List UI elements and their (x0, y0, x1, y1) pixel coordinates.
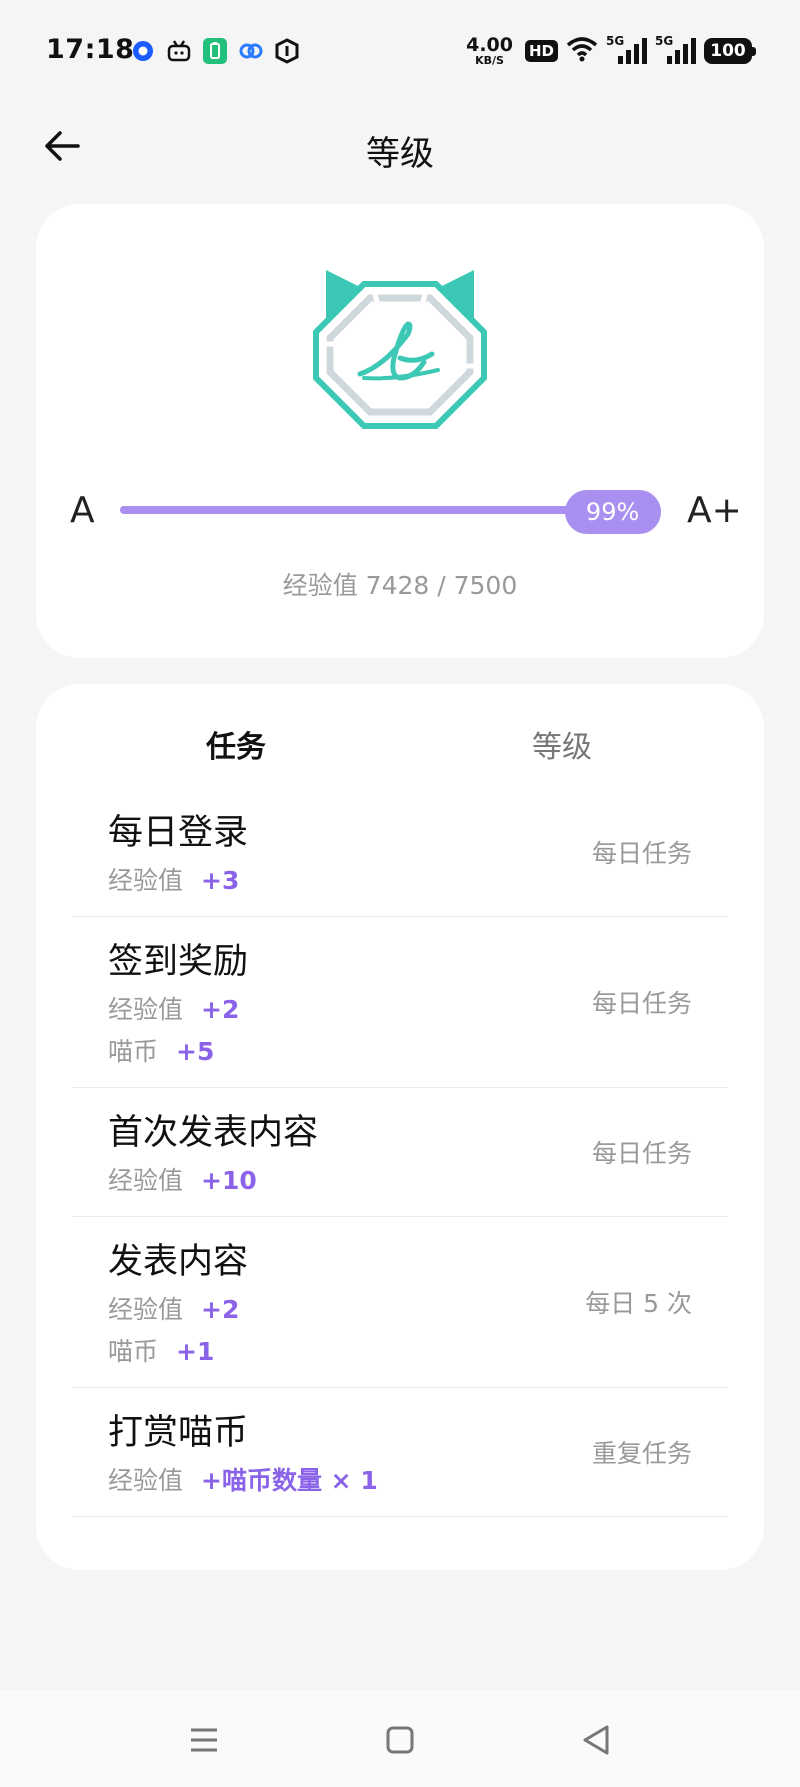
network-speed-unit: KB/S (475, 54, 504, 67)
reward-value: +喵币数量 × 1 (201, 1466, 378, 1495)
reward-line: 喵币 +1 (108, 1331, 728, 1373)
back-triangle-icon (583, 1725, 609, 1755)
battery-level: 100 (710, 41, 746, 61)
task-title: 发表内容 (108, 1242, 249, 1282)
battery-icon: 100 (704, 38, 756, 64)
task-type: 每日任务 (591, 989, 692, 1018)
status-app-icons (130, 38, 300, 64)
reward-label: 经验值 (108, 1166, 184, 1195)
current-level-label: A (70, 490, 95, 531)
task-item-daily-login: 每日登录 经验值 +3 每日任务 (72, 788, 728, 917)
reward-label: 喵币 (108, 1337, 159, 1366)
tab-tasks[interactable]: 任务 (206, 722, 266, 766)
status-bar: 17:18 4.00 KB/S HD 5G 5G 100 (0, 0, 800, 104)
status-time: 17:18 (46, 34, 135, 65)
sim2-signal: 5G (655, 34, 696, 64)
page-title: 等级 (366, 134, 434, 174)
link-app-icon (238, 38, 264, 64)
task-type: 每日任务 (591, 839, 692, 868)
network-speed-value: 4.00 (466, 34, 513, 56)
level-progress-pill: 99% (564, 490, 661, 534)
reward-value: +2 (201, 1295, 240, 1324)
tab-bar: 任务 等级 (36, 712, 764, 772)
status-indicators: 4.00 KB/S HD 5G 5G 100 (466, 34, 756, 67)
task-type: 每日 5 次 (585, 1289, 692, 1318)
level-card: A 99% A+ 经验值 7428 / 7500 (36, 204, 764, 658)
system-nav-bar (0, 1690, 800, 1787)
wifi-icon (566, 36, 598, 66)
reward-value: +5 (176, 1037, 215, 1066)
sim1-gen: 5G (606, 34, 625, 48)
reward-label: 喵币 (108, 1037, 159, 1066)
sim1-signal: 5G (606, 34, 647, 64)
network-speed: 4.00 KB/S (466, 34, 513, 67)
hexagon-app-icon (274, 38, 300, 64)
menu-button[interactable] (184, 1720, 224, 1760)
task-item-checkin-reward: 签到奖励 经验值 +2 喵币 +5 每日任务 (72, 917, 728, 1088)
system-back-button[interactable] (576, 1720, 616, 1760)
tab-levels[interactable]: 等级 (532, 722, 592, 766)
experience-text: 经验值 7428 / 7500 (282, 571, 518, 600)
next-level-label: A+ (687, 490, 742, 531)
home-button[interactable] (380, 1720, 420, 1760)
menu-icon (191, 1728, 217, 1752)
task-title: 签到奖励 (108, 942, 249, 982)
tv-app-icon (166, 38, 192, 64)
reward-label: 经验值 (108, 995, 184, 1024)
task-item-tip-coins: 打赏喵币 经验值 +喵币数量 × 1 重复任务 (72, 1388, 728, 1517)
sim2-gen: 5G (655, 34, 674, 48)
reward-line: 喵币 +5 (108, 1031, 728, 1073)
task-card: 任务 等级 每日登录 经验值 +3 每日任务 签到奖励 经验值 +2 喵币 +5 每日… (36, 684, 764, 1570)
battery-saver-icon (202, 38, 228, 64)
home-square-icon (386, 1726, 414, 1754)
reward-label: 经验值 (108, 1466, 184, 1495)
page-header: 等级 (0, 104, 800, 190)
cat-level-badge-icon (313, 270, 487, 429)
task-type: 每日任务 (591, 1139, 692, 1168)
reward-value: +3 (201, 866, 240, 895)
reward-label: 经验值 (108, 1295, 184, 1324)
task-item-first-post: 首次发表内容 经验值 +10 每日任务 (72, 1088, 728, 1217)
task-list: 每日登录 经验值 +3 每日任务 签到奖励 经验值 +2 喵币 +5 每日任务 首次发… (72, 788, 728, 1517)
hd-badge: HD (524, 40, 558, 62)
task-type: 重复任务 (591, 1439, 692, 1468)
reward-value: +1 (176, 1337, 215, 1366)
task-item-post-content: 发表内容 经验值 +2 喵币 +1 每日 5 次 (72, 1217, 728, 1388)
reward-label: 经验值 (108, 866, 184, 895)
reward-value: +10 (201, 1166, 257, 1195)
circle-app-icon (130, 38, 156, 64)
reward-value: +2 (201, 995, 240, 1024)
